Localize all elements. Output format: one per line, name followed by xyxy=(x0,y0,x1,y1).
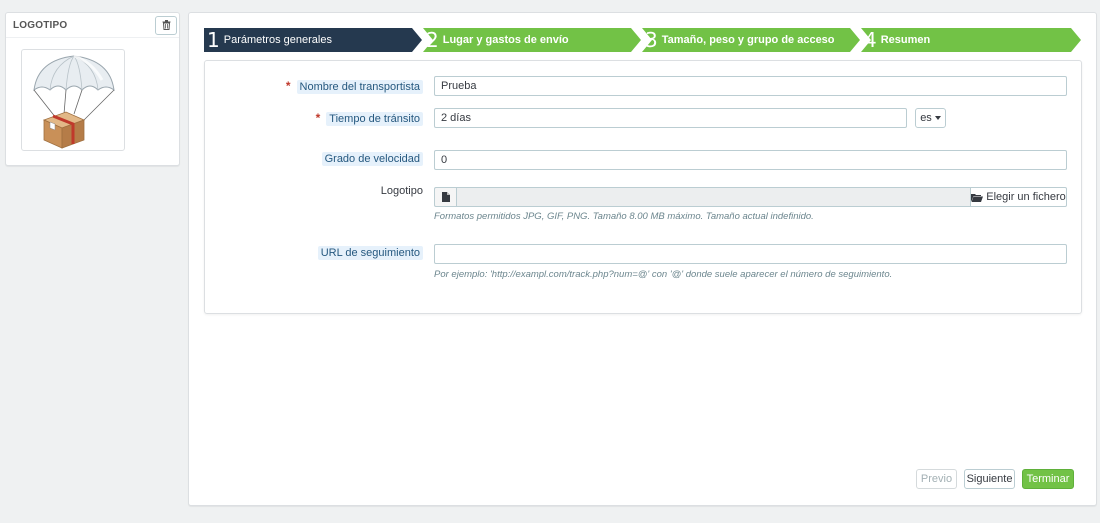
step-general-settings[interactable]: 1 Parámetros generales xyxy=(204,28,422,52)
logo-format-hint: Formatos permitidos JPG, GIF, PNG. Tamañ… xyxy=(434,211,814,222)
carrier-logo-image xyxy=(21,49,125,151)
language-dropdown[interactable]: es xyxy=(915,108,946,128)
transit-time-label-text: Tiempo de tránsito xyxy=(326,112,423,126)
carrier-name-label: * Nombre del transportista xyxy=(285,79,423,94)
speed-grade-label: Grado de velocidad xyxy=(321,152,423,166)
step-shipping-locations[interactable]: 2 Lugar y gastos de envío xyxy=(423,28,641,52)
step-label: Lugar y gastos de envío xyxy=(442,34,569,46)
logo-panel-title: LOGOTIPO xyxy=(13,19,68,31)
folder-open-icon xyxy=(971,193,984,202)
logo-panel-header: LOGOTIPO xyxy=(6,13,179,38)
step-number: 4 xyxy=(864,28,877,52)
speed-grade-input[interactable]: 0 xyxy=(434,150,1067,170)
file-icon xyxy=(434,187,456,207)
parachute-package-icon xyxy=(33,54,115,149)
transit-time-input[interactable]: 2 días xyxy=(434,108,907,128)
step-number: 1 xyxy=(207,28,220,52)
speed-grade-label-text: Grado de velocidad xyxy=(321,152,423,166)
step-label: Parámetros generales xyxy=(223,34,332,46)
language-code: es xyxy=(920,112,932,124)
logo-label: Logotipo xyxy=(380,185,423,197)
tracking-url-label: URL de seguimiento xyxy=(317,246,423,260)
finish-button[interactable]: Terminar xyxy=(1022,469,1074,489)
choose-file-label: Elegir un fichero xyxy=(986,191,1066,203)
logo-panel: LOGOTIPO xyxy=(5,12,180,166)
tracking-url-label-text: URL de seguimiento xyxy=(317,246,423,260)
logo-file-name-field[interactable] xyxy=(456,187,971,207)
caret-down-icon xyxy=(934,116,941,120)
general-settings-form: * Nombre del transportista Prueba * Tiempo… xyxy=(204,60,1082,314)
wizard-steps: 1 Parámetros generales 2 Lugar y gastos … xyxy=(204,28,1082,52)
tracking-url-hint: Por ejemplo: 'http://exampl.com/track.ph… xyxy=(434,269,893,280)
step-number: 3 xyxy=(645,28,658,52)
step-label: Resumen xyxy=(880,34,931,46)
trash-icon xyxy=(162,20,170,30)
carrier-wizard-panel: 1 Parámetros generales 2 Lugar y gastos … xyxy=(188,12,1097,506)
required-marker: * xyxy=(315,111,321,125)
transit-time-label: * Tiempo de tránsito xyxy=(315,111,423,126)
carrier-name-input[interactable]: Prueba xyxy=(434,76,1067,96)
step-summary[interactable]: 4 Resumen xyxy=(861,28,1081,52)
choose-file-button[interactable]: Elegir un fichero xyxy=(971,187,1067,207)
step-size-weight-access[interactable]: 3 Tamaño, peso y grupo de acceso xyxy=(642,28,860,52)
previous-button[interactable]: Previo xyxy=(916,469,957,489)
next-button[interactable]: Siguiente xyxy=(964,469,1015,489)
delete-logo-button[interactable] xyxy=(155,15,177,35)
required-marker: * xyxy=(285,79,291,93)
carrier-name-label-text: Nombre del transportista xyxy=(296,80,423,94)
tracking-url-input[interactable] xyxy=(434,244,1067,264)
step-label: Tamaño, peso y grupo de acceso xyxy=(661,34,835,46)
step-number: 2 xyxy=(426,28,439,52)
logo-file-upload: Elegir un fichero xyxy=(434,187,1067,207)
